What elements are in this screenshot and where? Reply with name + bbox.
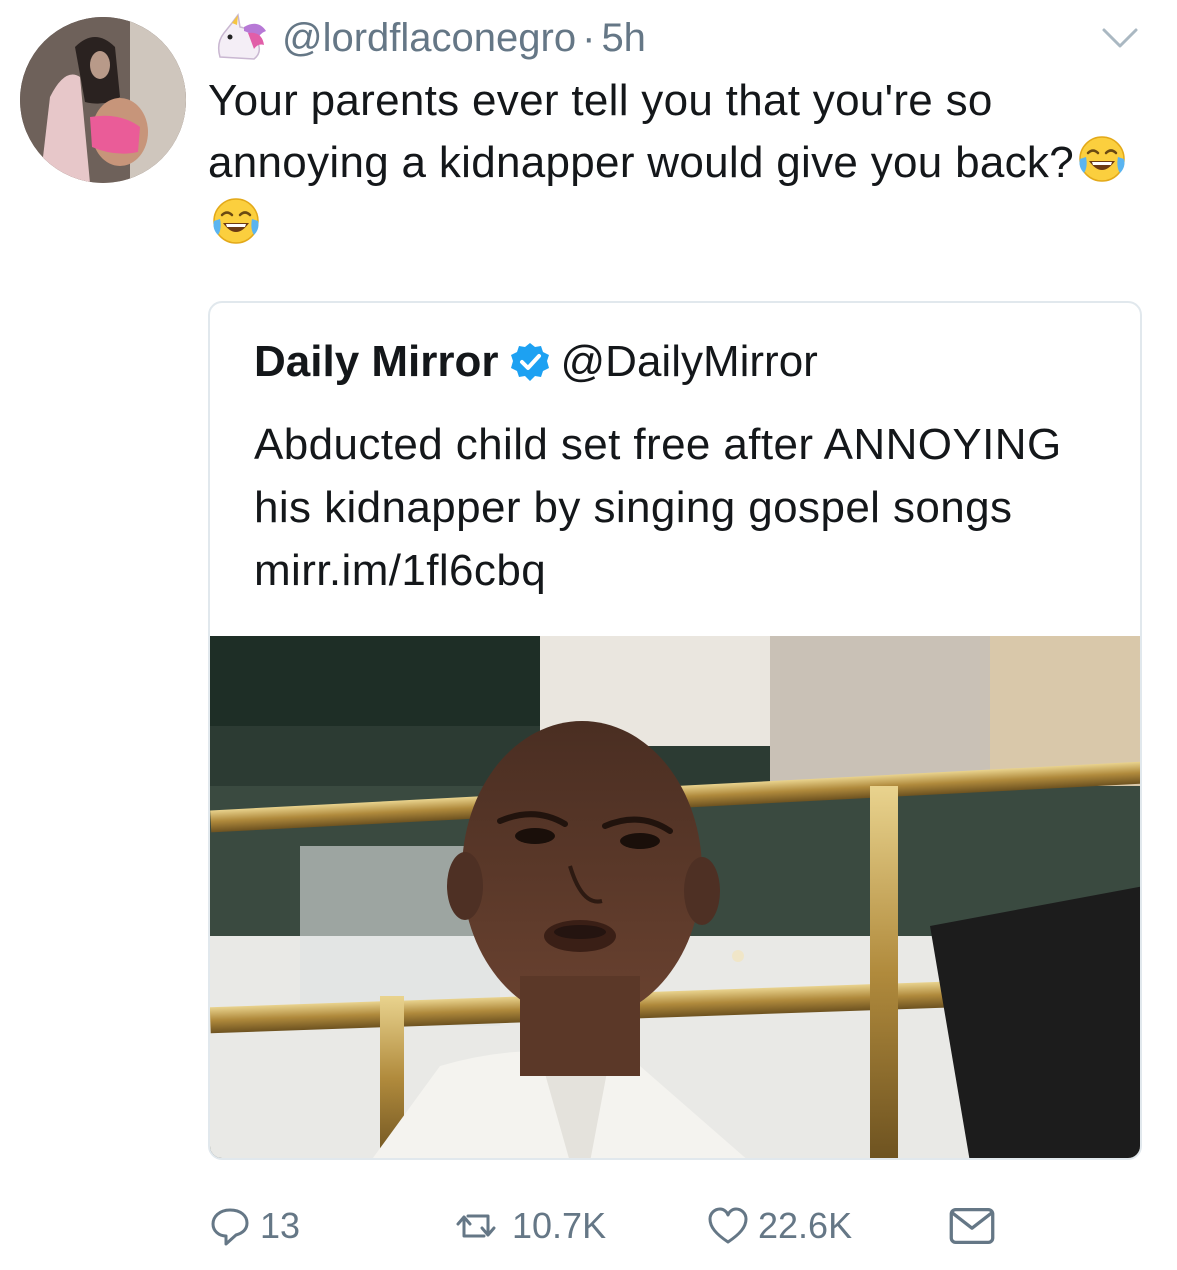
heart-icon[interactable] (706, 1204, 750, 1248)
unicorn-icon (217, 13, 266, 60)
tweet-text: Your parents ever tell you that you're s… (208, 76, 1075, 187)
tweet-text-block: Your parents ever tell you that you're s… (208, 70, 1138, 256)
quoted-account-name[interactable]: Daily Mirror (254, 337, 499, 387)
user-handle[interactable]: @lordflaconegro (282, 16, 576, 61)
reply-action[interactable]: 13 (208, 1196, 300, 1256)
handle-row: @lordflaconegro · 5h (282, 16, 646, 61)
retweet-action[interactable]: 10.7K (448, 1196, 606, 1256)
envelope-icon[interactable] (948, 1202, 996, 1250)
quoted-tweet-card[interactable]: Daily Mirror @DailyMirror Abducted child… (208, 301, 1142, 1160)
reply-icon[interactable] (208, 1204, 252, 1248)
retweet-count: 10.7K (512, 1205, 607, 1246)
tears-of-joy-emoji (213, 198, 259, 244)
tears-of-joy-emoji (1079, 136, 1125, 182)
separator-dot: · (582, 15, 596, 60)
verified-badge-icon (510, 343, 549, 381)
quoted-tweet-photo[interactable] (210, 636, 1140, 1158)
quoted-tweet-header: Daily Mirror @DailyMirror (254, 337, 818, 387)
like-count: 22.6K (758, 1205, 853, 1246)
user-avatar[interactable] (20, 17, 186, 183)
reply-count: 13 (260, 1205, 301, 1246)
chevron-down-icon[interactable] (1098, 22, 1142, 52)
direct-message-action[interactable] (948, 1196, 996, 1256)
like-action[interactable]: 22.6K (706, 1196, 852, 1256)
quoted-tweet-text: Abducted child set free after ANNOYING h… (254, 420, 1062, 595)
tweet-actions: 13 10.7K 22.6K (208, 1196, 1008, 1256)
tweet-timestamp[interactable]: 5h (601, 16, 646, 61)
tweet-header: @lordflaconegro · 5h (208, 12, 646, 64)
quoted-account-handle[interactable]: @DailyMirror (561, 337, 818, 387)
retweet-icon[interactable] (448, 1204, 504, 1248)
